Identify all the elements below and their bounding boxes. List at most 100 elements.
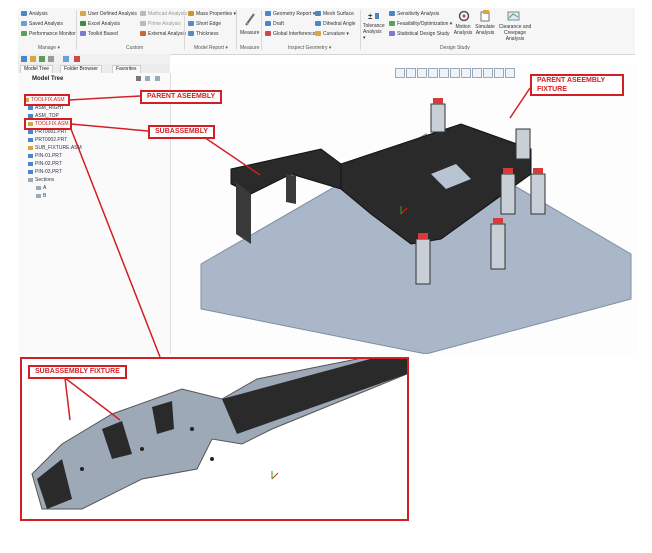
- tree-node-top-assembly[interactable]: TOOLFIX.ASM: [24, 97, 65, 103]
- geometry-report-button[interactable]: Geometry Report ▾: [265, 11, 315, 18]
- motion-analysis-icon: [458, 10, 470, 22]
- external-analysis-button[interactable]: External Analysis: [140, 31, 186, 38]
- tolerance-analysis-button[interactable]: Tolerance Analysis ▾: [363, 23, 385, 41]
- clamp-post: [530, 173, 546, 215]
- measure-button[interactable]: Measure: [240, 30, 259, 37]
- tree-node[interactable]: B: [36, 193, 46, 199]
- short-edge-icon: [188, 21, 194, 27]
- zoom-in-icon[interactable]: [406, 68, 416, 78]
- datum-plane-icon: [28, 113, 33, 118]
- mathcad-analysis-button[interactable]: Mathcad Analysis: [140, 11, 187, 18]
- subassembly-model-view: [31, 359, 407, 510]
- group-label-model-report[interactable]: Model Report ▾: [194, 45, 228, 51]
- clamp-handle: [433, 98, 443, 104]
- dihedral-angle-button[interactable]: Dihedral Angle: [315, 21, 356, 28]
- measure-icon[interactable]: [244, 12, 256, 26]
- toolkit-icon: [80, 31, 86, 37]
- bolt-hole: [80, 467, 84, 471]
- assembly-icon: [28, 145, 33, 150]
- tree-node[interactable]: PIN-03.PRT: [28, 169, 62, 175]
- tree-node[interactable]: PIN-02.PRT: [28, 161, 62, 167]
- excel-analysis-button[interactable]: Excel Analysis: [80, 21, 120, 28]
- group-label-design-study: Design Study: [440, 45, 470, 51]
- tree-settings-icon[interactable]: [136, 75, 164, 82]
- tree-node[interactable]: SUB_FIXTURE.ASM: [28, 145, 82, 151]
- tolerance-analysis-icon: ±: [368, 11, 380, 21]
- clearance-creepage-button[interactable]: Clearance and Creepage Analysis: [498, 24, 532, 42]
- tree-node-subassembly[interactable]: TOOLFIX.ASM: [28, 121, 69, 127]
- datum-display-icon[interactable]: [483, 68, 493, 78]
- user-defined-analysis-button[interactable]: User Defined Analysis: [80, 11, 137, 18]
- motion-analysis-button[interactable]: Motion Analysis: [452, 24, 474, 36]
- tree-node[interactable]: PRT0002.PRT: [28, 137, 67, 143]
- global-interference-button[interactable]: Global Interference ▾: [265, 31, 319, 38]
- thickness-button[interactable]: Thickness: [188, 31, 219, 38]
- performance-monitor-icon: [21, 31, 27, 37]
- repaint-icon[interactable]: [428, 68, 438, 78]
- tree-node[interactable]: PIN-01.PRT: [28, 153, 62, 159]
- tree-node[interactable]: ASM_TOP: [28, 113, 59, 119]
- spin-center-icon[interactable]: [505, 68, 515, 78]
- draft-icon: [265, 21, 271, 27]
- clamp-handle: [493, 218, 503, 224]
- feasibility-icon: [389, 21, 395, 27]
- statistical-design-study-button[interactable]: Statistical Design Study: [389, 31, 450, 38]
- annotation-display-icon[interactable]: [494, 68, 504, 78]
- arm-support: [286, 174, 296, 204]
- group-label-inspect-geometry[interactable]: Inspect Geometry ▾: [288, 45, 331, 51]
- saved-analysis-icon: [21, 21, 27, 27]
- assembly-model-view: [200, 98, 632, 354]
- panel-tabs: Model Tree Folder Browser Favorites: [18, 64, 170, 74]
- simulate-analysis-icon: [480, 10, 491, 22]
- ribbon: Analysis Saved Analysis Performance Moni…: [18, 8, 635, 55]
- axis-x: [271, 472, 279, 480]
- prime-analysis-button[interactable]: Prime Analysis: [140, 21, 181, 28]
- curvature-button[interactable]: Curvature ▾: [315, 31, 349, 38]
- model-tree-panel: Model Tree TOOLFIX.ASM ASM_RIGHT ASM_TOP…: [18, 73, 171, 354]
- tree-node[interactable]: A: [36, 185, 46, 191]
- part-icon: [28, 153, 33, 158]
- clamp-handle: [503, 168, 513, 174]
- analysis-button[interactable]: Analysis: [21, 11, 48, 18]
- clamp-post: [490, 223, 506, 270]
- mass-properties-button[interactable]: Mass Properties ▾: [188, 11, 236, 18]
- display-style-icon[interactable]: [439, 68, 449, 78]
- sections-icon: [28, 177, 33, 182]
- sensitivity-analysis-button[interactable]: Sensitivity Analysis: [389, 11, 439, 18]
- toolkit-based-button[interactable]: Toolkit Based: [80, 31, 118, 38]
- short-edge-button[interactable]: Short Edge: [188, 21, 221, 28]
- feasibility-optimization-button[interactable]: Feasibility/Optimization ▾: [389, 21, 452, 28]
- model-tree-title: Model Tree: [32, 76, 64, 82]
- tree-node[interactable]: ASM_RIGHT: [28, 105, 64, 111]
- assembly-icon: [24, 97, 29, 102]
- callout-parent-assembly: PARENT ASEEMBLY: [140, 90, 223, 104]
- saved-views-icon[interactable]: [450, 68, 460, 78]
- perspective-icon[interactable]: [472, 68, 482, 78]
- part-icon: [28, 137, 33, 142]
- simulate-analysis-button[interactable]: Simulate Analysis: [474, 24, 496, 36]
- zoom-out-icon[interactable]: [417, 68, 427, 78]
- section-icon: [36, 193, 41, 198]
- assembly-icon: [28, 121, 33, 126]
- tree-node[interactable]: Sections: [28, 177, 54, 183]
- callout-parent-fixture: PARENT ASEEMBLY FIXTURE: [530, 74, 624, 96]
- draft-button[interactable]: Draft: [265, 21, 284, 28]
- saved-analysis-button[interactable]: Saved Analysis: [21, 21, 63, 28]
- performance-monitor-button[interactable]: Performance Monitor: [21, 31, 76, 38]
- curvature-icon: [315, 31, 321, 37]
- clamp-handle: [418, 233, 428, 239]
- mesh-surface-button[interactable]: Mesh Surface: [315, 11, 354, 18]
- group-label-manage[interactable]: Manage ▾: [38, 45, 60, 51]
- sensitivity-icon: [389, 11, 395, 17]
- thickness-icon: [188, 31, 194, 37]
- graphics-window[interactable]: [171, 64, 638, 354]
- refit-icon[interactable]: [395, 68, 405, 78]
- bolt-hole: [140, 447, 144, 451]
- clamp-post: [415, 238, 431, 285]
- ribbon-separator: [76, 10, 77, 50]
- tree-node[interactable]: PRT0001.PRT: [28, 129, 67, 135]
- clamp-post: [515, 128, 531, 160]
- view-manager-icon[interactable]: [461, 68, 471, 78]
- clamp-handle: [533, 168, 543, 174]
- ribbon-separator: [360, 10, 361, 50]
